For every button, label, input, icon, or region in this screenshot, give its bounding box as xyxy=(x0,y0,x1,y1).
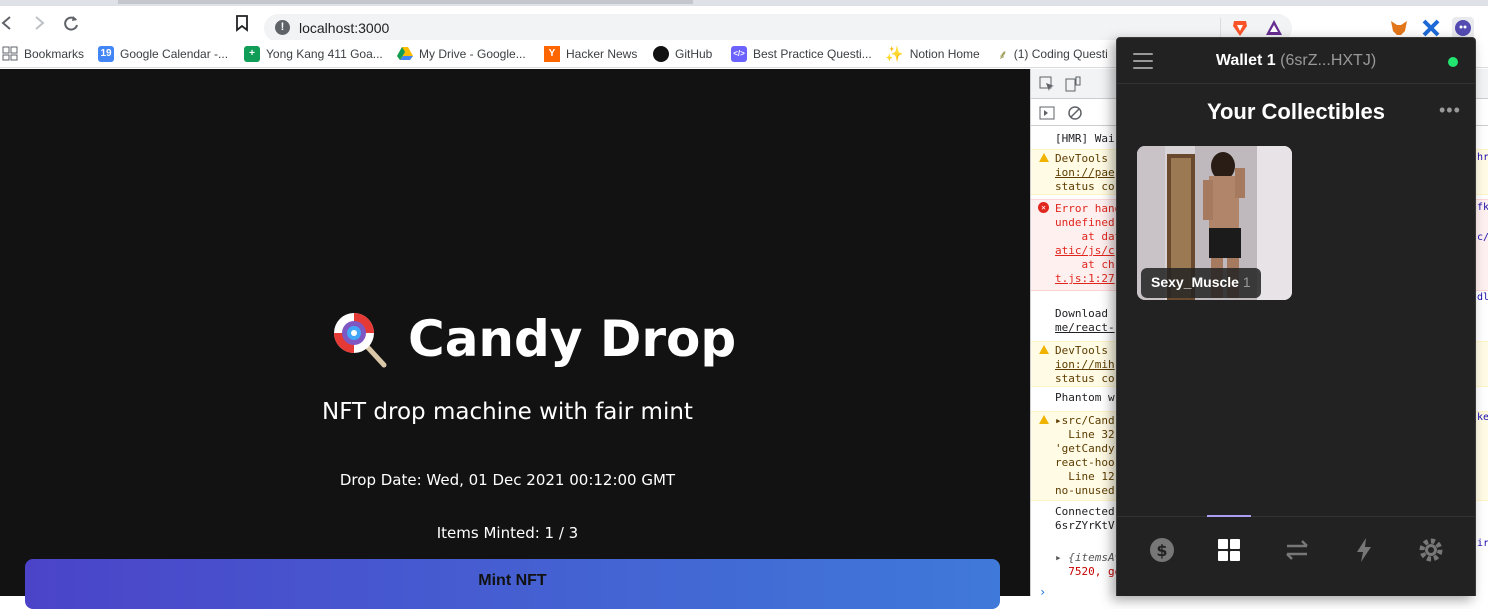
page-title-group: Candy Drop xyxy=(330,309,736,369)
page-subtitle: NFT drop machine with fair mint xyxy=(322,399,693,425)
wallet-popup: Wallet 1 (6srZ...HXTJ) Your Collectibles… xyxy=(1116,37,1476,596)
warning-icon xyxy=(1039,153,1049,162)
bookmarks-folder-icon xyxy=(2,45,18,64)
gear-icon[interactable] xyxy=(1416,535,1446,565)
bolt-icon[interactable] xyxy=(1349,535,1379,565)
page-content: Candy Drop NFT drop machine with fair mi… xyxy=(0,69,1030,609)
svg-text:$: $ xyxy=(1156,541,1167,560)
wallet-name[interactable]: Wallet 1 (6srZ...HXTJ) xyxy=(1117,52,1475,70)
collectible-label: Sexy_Muscle 1 xyxy=(1141,268,1261,298)
bookmark-item-github[interactable]: GitHub xyxy=(653,45,712,63)
devtools-fragments: hr fk c/ dl ke ir xyxy=(1477,148,1488,598)
grid-icon[interactable] xyxy=(1214,535,1244,565)
leetcode-icon: ⸙ xyxy=(998,47,1008,62)
bookmark-label: Best Practice Questi... xyxy=(753,47,872,61)
lollipop-icon xyxy=(330,309,390,369)
device-toolbar-icon[interactable] xyxy=(1065,76,1081,97)
error-icon: ✕ xyxy=(1038,202,1049,213)
bookmark-item-coding[interactable]: ⸙ (1) Coding Questi xyxy=(998,45,1108,63)
tab-highlight xyxy=(118,0,693,4)
bookmark-item-hacker-news[interactable]: Y Hacker News xyxy=(544,45,637,63)
fragment: hr xyxy=(1477,152,1488,163)
mint-nft-button[interactable]: Mint NFT xyxy=(25,559,1000,609)
bookmark-item-google-calendar[interactable]: 19 Google Calendar -... xyxy=(98,45,228,63)
bookmark-label: Hacker News xyxy=(566,47,638,61)
google-drive-icon xyxy=(397,45,413,64)
reload-icon[interactable] xyxy=(60,12,82,34)
bookmark-item-bookmarks[interactable]: Bookmarks xyxy=(2,45,84,63)
bookmark-label: Yong Kang 411 Goa... xyxy=(266,47,383,61)
bookmark-icon[interactable] xyxy=(231,12,253,34)
bookmark-item-notion[interactable]: ✨ Notion Home xyxy=(885,45,980,63)
google-sheets-icon: + xyxy=(244,46,260,62)
page-title: Candy Drop xyxy=(408,310,737,368)
warning-icon xyxy=(1039,415,1049,424)
github-icon xyxy=(653,46,669,62)
swap-icon[interactable] xyxy=(1282,535,1312,565)
connected-status-dot xyxy=(1448,57,1458,67)
wallet-address: (6srZ...HXTJ) xyxy=(1280,52,1377,69)
browser-toolbar: ! localhost:3000 xyxy=(0,6,1488,42)
collectible-card[interactable]: Sexy_Muscle 1 xyxy=(1137,146,1292,300)
collectibles-title: Your Collectibles xyxy=(1206,99,1386,124)
back-arrow-icon[interactable] xyxy=(0,12,18,34)
dollar-icon[interactable]: $ xyxy=(1147,535,1177,565)
bookmark-label: GitHub xyxy=(675,47,713,61)
inspect-element-icon[interactable] xyxy=(1039,76,1055,97)
drop-date: Drop Date: Wed, 01 Dec 2021 00:12:00 GMT xyxy=(339,471,676,489)
more-options-icon[interactable]: ••• xyxy=(1439,100,1461,121)
bookmark-label: My Drive - Google... xyxy=(419,47,526,61)
wallet-header: Wallet 1 (6srZ...HXTJ) xyxy=(1117,38,1475,84)
code-icon: </> xyxy=(731,46,747,62)
wallet-name-label: Wallet 1 xyxy=(1215,52,1276,69)
forward-arrow-icon[interactable] xyxy=(28,12,50,34)
bookmark-label: Google Calendar -... xyxy=(120,47,229,61)
warning-icon xyxy=(1039,345,1049,354)
site-info-icon[interactable]: ! xyxy=(275,20,290,35)
extension-x-icon[interactable] xyxy=(1420,17,1442,39)
bookmark-label: Bookmarks xyxy=(24,47,85,61)
bookmark-item-sheet[interactable]: + Yong Kang 411 Goa... xyxy=(244,45,383,63)
fragment: ir xyxy=(1477,538,1488,549)
clear-console-icon[interactable] xyxy=(1067,105,1083,126)
bookmark-item-drive[interactable]: My Drive - Google... xyxy=(397,45,526,63)
fragment: fk xyxy=(1477,202,1488,213)
address-divider xyxy=(1220,18,1221,38)
active-tab-indicator xyxy=(1207,515,1251,517)
address-text: localhost:3000 xyxy=(299,20,390,36)
bookmark-label: Notion Home xyxy=(909,47,980,61)
fragment: c/ xyxy=(1477,232,1488,243)
bookmark-label: (1) Coding Questi xyxy=(1013,47,1108,61)
wallet-tab-bar: $ xyxy=(1117,515,1475,596)
sidebar-toggle-icon[interactable] xyxy=(1039,105,1055,126)
metamask-icon[interactable] xyxy=(1388,17,1410,39)
items-minted: Items Minted: 1 / 3 xyxy=(436,524,579,542)
collectible-count: 1 xyxy=(1242,274,1251,290)
google-calendar-icon: 19 xyxy=(98,46,114,62)
bookmark-item-best-practice[interactable]: </> Best Practice Questi... xyxy=(731,45,872,63)
phantom-wallet-icon[interactable] xyxy=(1452,17,1474,39)
hacker-news-icon: Y xyxy=(544,46,560,62)
fragment: ke xyxy=(1477,412,1488,423)
sparkle-icon: ✨ xyxy=(885,46,904,63)
collectible-name: Sexy_Muscle xyxy=(1151,274,1239,290)
fragment: dl xyxy=(1477,292,1488,303)
